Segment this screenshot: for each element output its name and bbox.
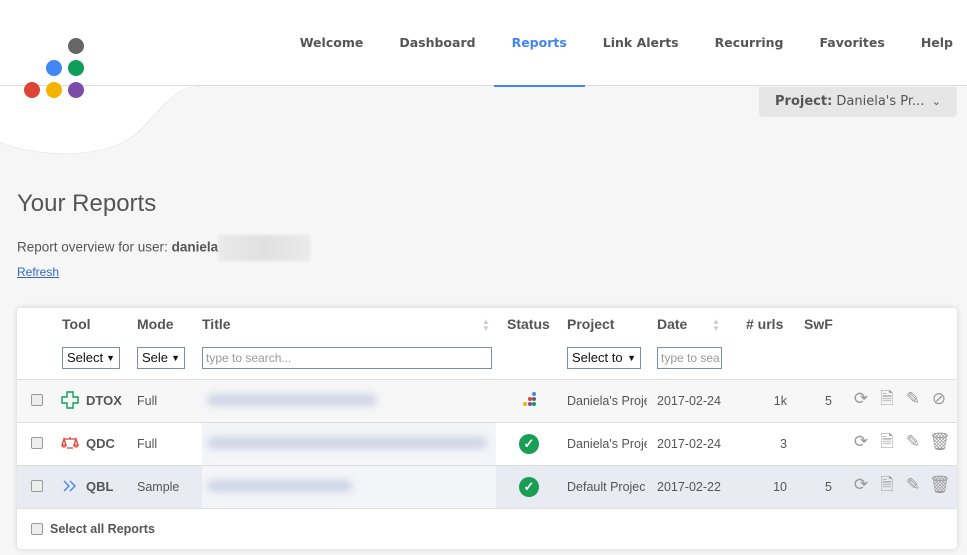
redacted-username [218,235,311,261]
status-done-icon: ✓ [519,434,539,454]
export-icon[interactable]: 🗎 [877,389,897,409]
row-checkbox[interactable] [31,394,43,406]
table-row[interactable]: QBL Sample ✓ Default Projec 2017-02-22 1… [17,465,957,509]
project-cell: Daniela's Proje [567,437,647,451]
edit-pencil-icon[interactable]: ✎ [903,475,923,495]
rerun-icon[interactable]: ⟳ [851,432,871,452]
main-nav: Welcome Dashboard Reports Link Alerts Re… [282,0,967,87]
page-subtitle: Report overview for user: daniela [17,235,311,261]
tool-name: DTOX [86,393,122,408]
row-actions: ⟳ 🗎 ✎ 🗑 [851,475,951,495]
date-search-input[interactable]: type to sea [657,347,722,369]
header-status: Status [507,316,550,332]
nav-favorites[interactable]: Favorites [802,0,903,86]
header-swf: SwF [804,316,833,332]
mode-cell: Sample [137,480,180,494]
select-all-checkbox[interactable] [31,523,43,535]
export-icon[interactable]: 🗎 [877,475,897,495]
table-row[interactable]: QDC Full ✓ Daniela's Proje 2017-02-24 3 … [17,422,957,466]
swf-cell: 5 [825,394,832,408]
edit-pencil-icon[interactable]: ✎ [903,389,923,409]
nav-dashboard[interactable]: Dashboard [381,0,493,86]
nav-recurring[interactable]: Recurring [697,0,802,86]
mode-cell: Full [137,394,158,408]
dropdown-arrow-icon: ▼ [625,348,636,368]
row-checkbox[interactable] [31,437,43,449]
tool-name: QBL [86,479,114,494]
scales-icon [61,436,79,449]
urls-cell: 1k [773,394,787,408]
mode-cell: Full [137,437,158,451]
trash-icon[interactable]: 🗑 [929,475,951,495]
header-tool: Tool [62,316,91,332]
rerun-icon[interactable]: ⟳ [851,389,871,409]
project-filter-select[interactable]: Select to ▼ [567,347,641,369]
header-urls: # urls [746,316,784,332]
chevron-down-icon: ⌄ [931,95,941,108]
dropdown-arrow-icon: ▼ [169,348,180,368]
plus-cross-icon [61,391,79,409]
swf-cell: 5 [825,480,832,494]
header-title[interactable]: Title [202,316,231,332]
dropdown-arrow-icon: ▼ [104,348,115,368]
top-header: Welcome Dashboard Reports Link Alerts Re… [0,0,967,154]
username: daniela [171,239,219,255]
project-cell: Daniela's Proje [567,394,647,408]
project-selector[interactable]: Project: Daniela's Pr... ⌄ [759,87,957,117]
project-filter-value: Select to [572,350,623,365]
table-footer: Select all Reports [17,508,957,549]
mode-filter-value: Sele [142,350,169,365]
cancel-icon[interactable]: ⊘ [929,389,949,409]
trash-icon[interactable]: 🗑 [929,432,951,452]
date-cell: 2017-02-24 [657,394,721,408]
header-mode: Mode [137,316,174,332]
row-actions: ⟳ 🗎 ✎ 🗑 [851,432,951,452]
row-actions: ⟳ 🗎 ✎ ⊘ [851,389,949,409]
header-project: Project [567,316,615,332]
urls-cell: 10 [773,480,787,494]
urls-cell: 3 [780,437,787,451]
table-row[interactable]: DTOX Full Daniela's Proje 2017-02-24 1k … [17,379,957,423]
redacted-title[interactable] [202,380,496,423]
redacted-title[interactable] [202,423,496,466]
title-search-input[interactable]: type to search... [202,347,492,369]
tool-filter-value: Select [67,350,104,365]
nav-reports[interactable]: Reports [493,0,586,87]
refresh-link[interactable]: Refresh [17,265,59,279]
sort-icon[interactable]: ▲ ▼ [712,318,720,333]
in-progress-icon [523,392,536,406]
subtitle-prefix: Report overview for user: [17,239,168,255]
tool-name: QDC [86,436,115,451]
tool-filter-select[interactable]: Select ▼ [62,347,120,369]
header-date[interactable]: Date [657,316,687,332]
logo[interactable] [22,38,88,100]
project-cell: Default Projec [567,480,646,494]
nav-welcome[interactable]: Welcome [282,0,382,86]
rerun-icon[interactable]: ⟳ [851,475,871,495]
logo-dot [24,82,40,98]
nav-link-alerts[interactable]: Link Alerts [585,0,697,86]
project-value: Daniela's Pr... [836,94,925,109]
row-checkbox[interactable] [31,480,43,492]
logo-dot [68,82,84,98]
mode-filter-select[interactable]: Sele ▼ [137,347,185,369]
redacted-title[interactable] [202,466,496,509]
reports-table: Tool Mode Title ▲ ▼ Status Project Date ▲… [17,308,957,549]
logo-dot [46,60,62,76]
nav-help[interactable]: Help [903,0,967,86]
date-cell: 2017-02-22 [657,480,721,494]
select-all-label[interactable]: Select all Reports [50,522,155,536]
logo-dot [46,82,62,98]
date-cell: 2017-02-24 [657,437,721,451]
edit-pencil-icon[interactable]: ✎ [903,432,923,452]
export-icon[interactable]: 🗎 [877,432,897,452]
page-title: Your Reports [17,190,157,217]
project-label: Project: [775,94,833,109]
sort-icon[interactable]: ▲ ▼ [482,318,490,333]
status-done-icon: ✓ [519,477,539,497]
logo-dot [68,60,84,76]
double-chevron-icon [63,480,76,492]
logo-dot [68,38,84,54]
